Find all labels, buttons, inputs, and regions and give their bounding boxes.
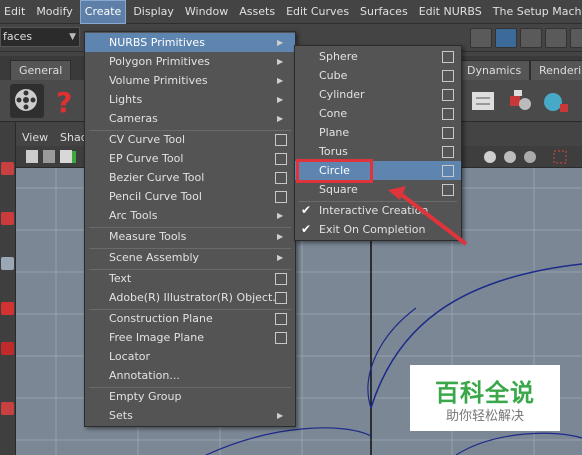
menu-assets[interactable]: Assets <box>235 0 279 24</box>
menu-set-selector[interactable]: faces ▼ <box>0 27 80 47</box>
menu-item-pencil-curve-tool[interactable]: Pencil Curve Tool <box>85 187 295 206</box>
checkmark-icon: ✔ <box>301 222 312 236</box>
menu-item-nurbs-primitives[interactable]: NURBS Primitives ▶ <box>85 33 295 52</box>
submenu-arrow-icon: ▶ <box>277 57 284 66</box>
menu-edit-curves[interactable]: Edit Curves <box>282 0 353 24</box>
render-objects-icon[interactable] <box>502 84 536 118</box>
menu-item-lights[interactable]: Lights ▶ <box>85 90 295 109</box>
menu-item-illustrator-object[interactable]: Adobe(R) Illustrator(R) Object... <box>85 288 295 307</box>
panel-menu-view[interactable]: View <box>22 131 48 144</box>
status-icon-group <box>470 28 582 48</box>
submenu-arrow-icon: ▶ <box>277 114 284 123</box>
option-box-icon[interactable] <box>442 89 454 101</box>
menu-set-value: faces <box>3 30 33 43</box>
chevron-down-icon: ▼ <box>69 32 76 42</box>
menu-item-bezier-curve-tool[interactable]: Bezier Curve Tool <box>85 168 295 187</box>
submenu-arrow-icon: ▶ <box>277 38 284 47</box>
scale-tool-icon[interactable] <box>1 302 14 315</box>
checkmark-icon: ✔ <box>301 203 312 217</box>
tab-rendering[interactable]: Renderin <box>530 60 582 80</box>
menu-item-construction-plane[interactable]: Construction Plane <box>85 309 295 328</box>
watermark-title: 百科全说 <box>435 379 535 407</box>
main-menubar: Edit Modify Create Display Window Assets… <box>0 0 582 24</box>
menu-create[interactable]: Create <box>79 0 127 24</box>
option-box-icon[interactable] <box>275 292 287 304</box>
menu-item-sphere[interactable]: Sphere <box>295 47 461 66</box>
manipulator-tool-icon[interactable] <box>1 342 14 355</box>
submenu-arrow-icon: ▶ <box>277 411 284 420</box>
last-tool-icon[interactable] <box>1 402 14 415</box>
film-reel-icon[interactable] <box>10 84 44 118</box>
menu-item-plane[interactable]: Plane <box>295 123 461 142</box>
menu-item-empty-group[interactable]: Empty Group <box>85 387 295 406</box>
menu-item-free-image-plane[interactable]: Free Image Plane <box>85 328 295 347</box>
menu-item-cameras[interactable]: Cameras ▶ <box>85 109 295 128</box>
menu-item-cylinder[interactable]: Cylinder <box>295 85 461 104</box>
snap-point-icon[interactable] <box>520 28 542 48</box>
submenu-arrow-icon: ▶ <box>277 76 284 85</box>
option-box-icon[interactable] <box>442 146 454 158</box>
menu-item-text[interactable]: Text <box>85 269 295 288</box>
select-tool-icon[interactable] <box>1 162 14 175</box>
svg-text:?: ? <box>56 86 72 118</box>
menu-item-locator[interactable]: Locator <box>85 347 295 366</box>
menu-item-ep-curve-tool[interactable]: EP Curve Tool <box>85 149 295 168</box>
help-question-icon[interactable]: ? <box>50 84 84 119</box>
option-box-icon[interactable] <box>275 172 287 184</box>
menu-item-scene-assembly[interactable]: Scene Assembly ▶ <box>85 248 295 267</box>
option-box-icon[interactable] <box>442 51 454 63</box>
light-sphere-icon[interactable] <box>538 84 572 118</box>
red-pointer-arrow-icon <box>388 186 468 246</box>
snap-grid-icon[interactable] <box>495 28 517 48</box>
circle-highlight-box <box>296 159 373 183</box>
create-menu: NURBS Primitives ▶ Polygon Primitives ▶ Vo… <box>84 31 296 427</box>
submenu-arrow-icon: ▶ <box>277 95 284 104</box>
option-box-icon[interactable] <box>275 313 287 325</box>
menu-item-cone[interactable]: Cone <box>295 104 461 123</box>
snap-live-icon[interactable] <box>570 28 582 48</box>
option-box-icon[interactable] <box>275 134 287 146</box>
menu-item-volume-primitives[interactable]: Volume Primitives ▶ <box>85 71 295 90</box>
submenu-arrow-icon: ▶ <box>277 253 284 262</box>
rotate-tool-icon[interactable] <box>1 257 14 270</box>
watermark-logo: 百科全说 助你轻松解决 <box>410 365 560 431</box>
option-box-icon[interactable] <box>275 273 287 285</box>
tool-box <box>0 122 16 455</box>
menu-item-measure-tools[interactable]: Measure Tools ▶ <box>85 227 295 246</box>
menu-edit-nurbs[interactable]: Edit NURBS <box>415 0 486 24</box>
option-box-icon[interactable] <box>275 332 287 344</box>
option-box-icon[interactable] <box>442 108 454 120</box>
tab-dynamics[interactable]: Dynamics <box>458 60 531 80</box>
option-box-icon[interactable] <box>275 191 287 203</box>
option-box-icon[interactable] <box>442 165 454 177</box>
watermark-subtitle: 助你轻松解决 <box>445 409 524 424</box>
option-box-icon[interactable] <box>442 127 454 139</box>
menu-surfaces[interactable]: Surfaces <box>356 0 412 24</box>
option-box-icon[interactable] <box>442 70 454 82</box>
menu-item-cv-curve-tool[interactable]: CV Curve Tool <box>85 130 295 149</box>
menu-item-polygon-primitives[interactable]: Polygon Primitives ▶ <box>85 52 295 71</box>
menu-item-cube[interactable]: Cube <box>295 66 461 85</box>
menu-setup-machine[interactable]: The Setup Machine <box>489 0 582 24</box>
snap-view-icon[interactable] <box>545 28 567 48</box>
menu-item-arc-tools[interactable]: Arc Tools ▶ <box>85 206 295 225</box>
menu-item-sets[interactable]: Sets ▶ <box>85 406 295 425</box>
submenu-arrow-icon: ▶ <box>277 211 284 220</box>
hypergraph-icon[interactable] <box>466 84 500 118</box>
submenu-arrow-icon: ▶ <box>277 232 284 241</box>
menu-window[interactable]: Window <box>181 0 232 24</box>
option-box-icon[interactable] <box>275 153 287 165</box>
menu-modify[interactable]: Modify <box>32 0 76 24</box>
menu-display[interactable]: Display <box>129 0 178 24</box>
snap-curve-icon[interactable] <box>470 28 492 48</box>
menu-edit[interactable]: Edit <box>0 0 29 24</box>
tab-general[interactable]: General <box>10 60 72 80</box>
move-tool-icon[interactable] <box>1 212 14 225</box>
menu-item-annotation[interactable]: Annotation... <box>85 366 295 385</box>
